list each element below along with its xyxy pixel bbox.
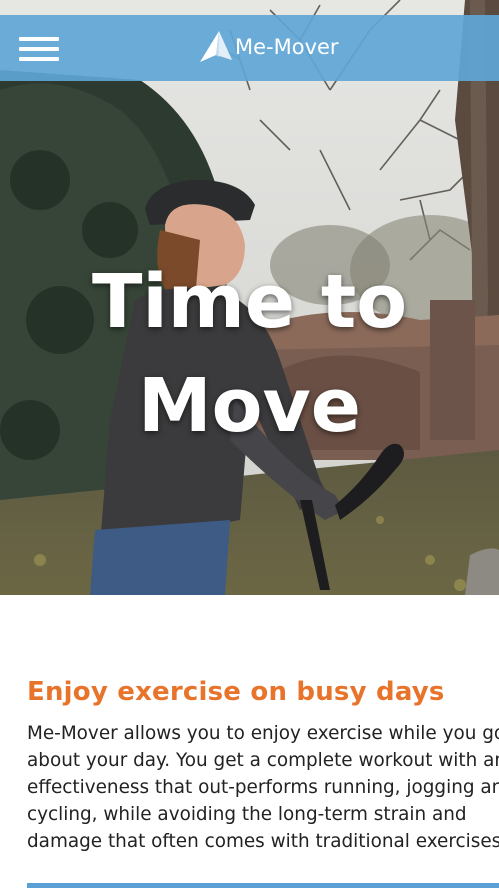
section-paragraph: Me-Mover allows you to enjoy exercise wh… xyxy=(27,720,499,855)
hero-title-line-2: Move xyxy=(138,363,361,449)
page: Time to Move Me-Mover Enjoy exercise on b… xyxy=(0,0,499,888)
hero-title-line-1: Time to xyxy=(91,259,408,345)
section-heading: Enjoy exercise on busy days xyxy=(27,677,445,707)
paragraph-line: damage that often comes with traditional… xyxy=(27,831,499,852)
logo-link[interactable]: Me-Mover xyxy=(197,28,339,66)
paragraph-line: Me-Mover allows you to enjoy exercise wh… xyxy=(27,723,499,744)
paper-plane-icon xyxy=(200,31,232,62)
section-divider xyxy=(27,883,499,888)
hamburger-menu-icon[interactable] xyxy=(19,36,59,62)
logo-text: Me-Mover xyxy=(235,35,339,59)
hero-title: Time to Move xyxy=(0,250,499,458)
paragraph-line: about your day. You get a complete worko… xyxy=(27,750,499,771)
site-header: Me-Mover xyxy=(0,15,499,81)
hero-section: Time to Move xyxy=(0,0,499,595)
intro-section: Enjoy exercise on busy days Me-Mover all… xyxy=(27,670,499,855)
paragraph-line: effectiveness that out-performs running,… xyxy=(27,777,499,798)
paragraph-line: cycling, while avoiding the long-term st… xyxy=(27,804,467,825)
